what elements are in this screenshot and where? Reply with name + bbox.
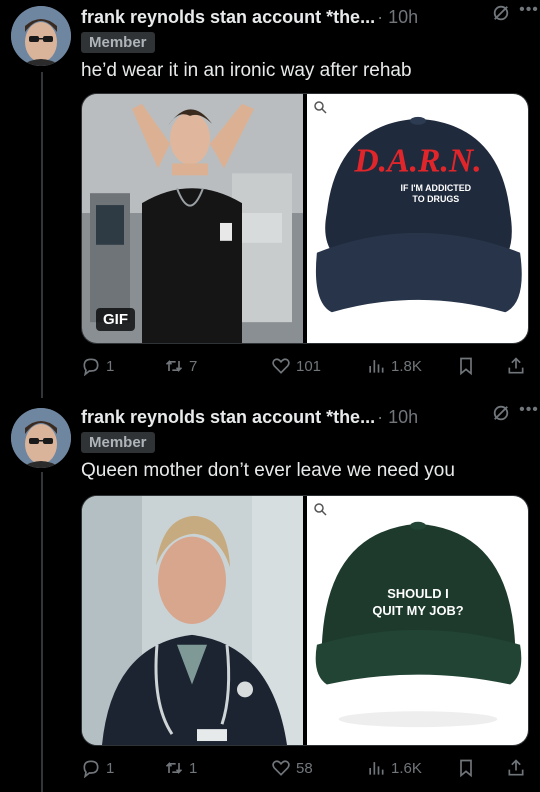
reply-count: 1 (106, 759, 115, 777)
timestamp[interactable]: · 10h (377, 407, 418, 428)
heart-icon (272, 760, 290, 776)
share-icon (508, 357, 524, 374)
grok-icon[interactable] (492, 4, 510, 22)
views-button[interactable]: 1.8K (366, 356, 422, 376)
cap-brand-text: D.A.R.N. (353, 142, 481, 179)
grok-icon[interactable] (492, 404, 510, 422)
tweet[interactable]: frank reynolds stan account *the... · 10… (0, 0, 540, 398)
avatar[interactable] (11, 408, 71, 468)
cap-caption-line2: TO DRUGS (412, 194, 459, 204)
gif-media[interactable]: GIF (82, 94, 303, 343)
gif-label: GIF (96, 308, 135, 331)
cap-image[interactable]: SHOULD I QUIT MY JOB? (307, 496, 528, 745)
repost-button[interactable]: 1 (164, 758, 197, 778)
member-badge: Member (81, 32, 155, 53)
repost-button[interactable]: 7 (164, 356, 197, 376)
bookmark-button[interactable] (456, 758, 476, 778)
tweet[interactable]: frank reynolds stan account *the... · 10… (0, 400, 540, 792)
bookmark-icon (460, 759, 472, 778)
tweet-text: Queen mother don’t ever leave we need yo… (81, 460, 455, 481)
reply-icon (83, 358, 99, 376)
tweet-actions: 1 1 58 1.6K (81, 758, 529, 782)
like-count: 58 (296, 759, 313, 777)
bookmark-button[interactable] (456, 356, 476, 376)
avatar[interactable] (11, 6, 71, 66)
repost-icon (165, 359, 183, 373)
cap-caption-line1: IF I'M ADDICTED (401, 183, 472, 193)
author-name[interactable]: frank reynolds stan account *the... (81, 407, 375, 428)
tweet-media[interactable]: GIF D.A.R.N. IF I'M ADDICTED TO DRUGS (81, 93, 529, 344)
views-count: 1.8K (391, 357, 422, 375)
tweet-header: frank reynolds stan account *the... · 10… (81, 4, 532, 30)
views-button[interactable]: 1.6K (366, 758, 422, 778)
reply-icon (83, 760, 99, 778)
cap-caption-line2: QUIT MY JOB? (372, 603, 463, 618)
views-icon (369, 762, 384, 775)
cap-caption-line1: SHOULD I (387, 586, 448, 601)
reply-button[interactable]: 1 (81, 356, 114, 376)
tweet-media[interactable]: SHOULD I QUIT MY JOB? (81, 495, 529, 746)
repost-count: 7 (189, 357, 198, 375)
views-count: 1.6K (391, 759, 422, 777)
more-icon[interactable]: ••• (518, 1, 540, 21)
views-icon (369, 360, 384, 373)
reply-button[interactable]: 1 (81, 758, 114, 778)
zoom-icon (314, 503, 327, 516)
heart-icon (272, 358, 290, 374)
thread-line (41, 72, 43, 398)
tweet-actions: 1 7 101 1.8K (81, 356, 529, 380)
timestamp[interactable]: · 10h (377, 7, 418, 28)
tweet-header: frank reynolds stan account *the... · 10… (81, 404, 532, 430)
zoom-icon (314, 101, 327, 114)
member-badge: Member (81, 432, 155, 453)
thread-line (41, 472, 43, 792)
reply-count: 1 (106, 357, 115, 375)
repost-icon (165, 761, 183, 775)
repost-count: 1 (189, 759, 198, 777)
share-icon (508, 759, 524, 776)
bookmark-icon (460, 357, 472, 376)
share-button[interactable] (506, 356, 526, 376)
like-button[interactable]: 101 (271, 356, 321, 376)
tweet-text: he’d wear it in an ironic way after reha… (81, 60, 412, 81)
photo-media[interactable] (82, 496, 303, 745)
author-name[interactable]: frank reynolds stan account *the... (81, 7, 375, 28)
more-icon[interactable]: ••• (518, 401, 540, 421)
like-button[interactable]: 58 (271, 758, 313, 778)
like-count: 101 (296, 357, 322, 375)
share-button[interactable] (506, 758, 526, 778)
cap-image[interactable]: D.A.R.N. IF I'M ADDICTED TO DRUGS (307, 94, 528, 343)
